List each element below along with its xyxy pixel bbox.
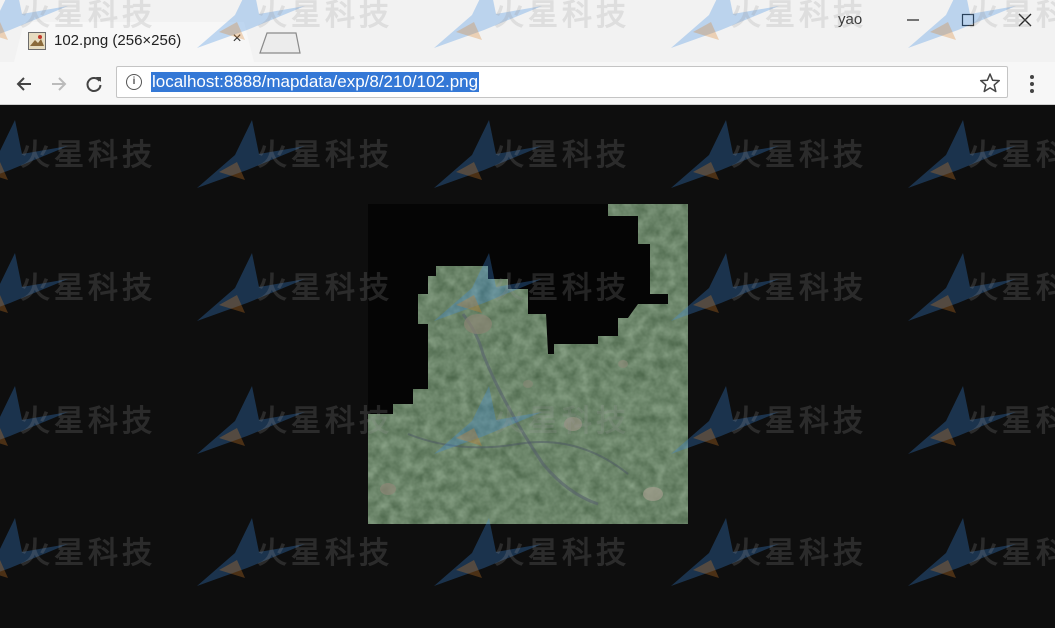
forward-arrow-icon [52,77,67,91]
vertical-dots-icon [1030,75,1034,93]
minimize-icon [907,19,919,21]
reload-button[interactable] [80,70,108,98]
back-arrow-icon [16,77,31,91]
browser-toolbar: i localhost:8888/mapdata/exp/8/210/102.p… [0,62,1055,105]
reload-icon [86,77,102,92]
map-tile-image[interactable] [368,204,688,524]
bookmark-star-icon[interactable] [979,72,1001,94]
url-text[interactable]: localhost:8888/mapdata/exp/8/210/102.png [151,72,480,92]
maximize-button[interactable] [953,5,983,35]
browser-menu-button[interactable] [1020,70,1044,98]
close-icon [1018,13,1032,27]
tab-active[interactable]: 102.png (256×256) × [14,22,254,62]
tab-title: 102.png (256×256) [54,32,182,49]
tab-close-button[interactable]: × [228,30,246,48]
image-file-icon [28,32,46,50]
close-window-button[interactable] [1010,5,1040,35]
address-bar[interactable]: i localhost:8888/mapdata/exp/8/210/102.p… [116,66,1008,98]
forward-button[interactable] [45,70,73,98]
back-button[interactable] [10,70,38,98]
site-info-icon[interactable]: i [126,74,142,90]
minimize-button[interactable] [898,5,928,35]
profile-name[interactable]: yao [838,11,862,28]
page-viewport [0,105,1055,622]
maximize-icon [961,13,975,27]
title-bar: 102.png (256×256) × yao [0,0,1055,62]
new-tab-button[interactable] [258,32,302,54]
